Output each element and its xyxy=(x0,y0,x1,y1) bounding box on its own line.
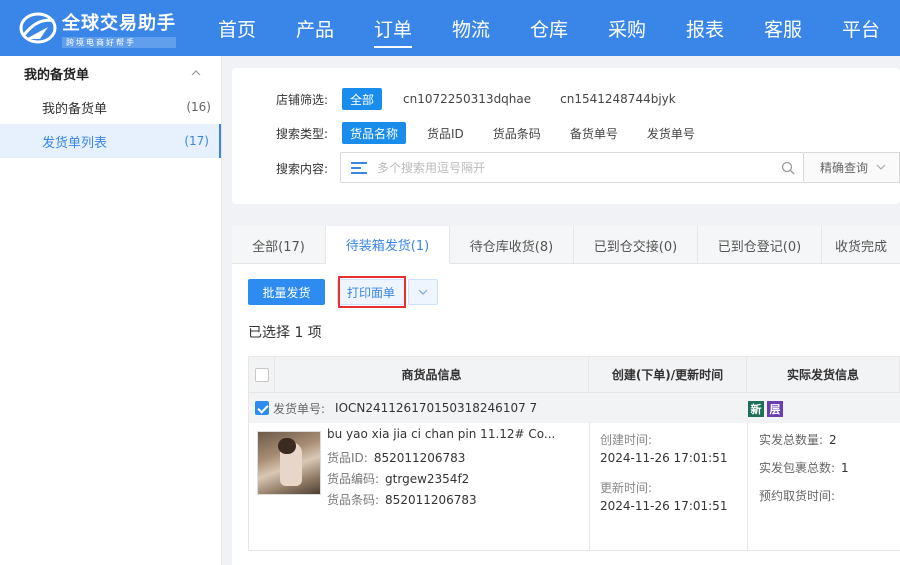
ship-total-label: 实发总数量: xyxy=(759,433,824,447)
pickup-time-label: 预约取货时间: xyxy=(759,489,836,503)
shipment-order-row: 发货单号: IOCN241126170150318246107 7 新 层 xyxy=(248,393,900,423)
shipment-panel: 全部(17) 待装箱发货(1) 待仓库收货(8) 已到仓交接(0) 已到仓登记(… xyxy=(232,226,900,565)
select-all-cell xyxy=(249,357,275,392)
row-checkbox[interactable] xyxy=(255,401,269,415)
search-icon[interactable] xyxy=(773,153,803,183)
store-chip-all[interactable]: 全部 xyxy=(342,88,383,110)
header-shipping-info: 实际发货信息 xyxy=(786,368,859,382)
chevron-down-icon xyxy=(418,289,428,295)
created-time: 2024-11-26 17:01:51 xyxy=(600,451,728,465)
product-id: 852011206783 xyxy=(373,451,466,465)
search-type-barcode[interactable]: 货品条码 xyxy=(485,122,549,144)
shipping-cell: 实发总数量: 2 实发包裹总数: 1 预约取货时间: xyxy=(759,431,849,515)
sidebar-group-title: 我的备货单 xyxy=(24,67,90,83)
product-id-label: 货品ID: xyxy=(327,451,368,465)
nav-purchase[interactable]: 采购 xyxy=(588,0,666,56)
updated-time: 2024-11-26 17:01:51 xyxy=(600,499,728,513)
sidebar-item-label: 发货单列表 xyxy=(42,135,108,151)
selection-count: 已选择 1 项 xyxy=(248,325,322,341)
main-nav: 首页 产品 订单 物流 仓库 采购 报表 客服 平台 xyxy=(198,0,900,56)
nav-home[interactable]: 首页 xyxy=(198,0,276,56)
logo-subtitle: 跨境电商好帮手 xyxy=(62,36,176,48)
sidebar: 我的备货单 我的备货单 (16) 发货单列表 (17) xyxy=(0,56,222,565)
table-row: bu yao xia jia ci chan pin 11.12# Co... … xyxy=(248,423,900,551)
ship-total: 2 xyxy=(829,433,837,447)
sidebar-item-shipment-list[interactable]: 发货单列表 (17) xyxy=(0,124,221,158)
app-logo[interactable]: 全球交易助手 跨境电商好帮手 xyxy=(0,9,198,48)
sidebar-item-my-stock-orders[interactable]: 我的备货单 (16) xyxy=(0,90,221,124)
top-nav-bar: 全球交易助手 跨境电商好帮手 首页 产品 订单 物流 仓库 采购 报表 客服 平… xyxy=(0,0,900,56)
precise-query-label: 精确查询 xyxy=(820,161,869,175)
search-type-product-id[interactable]: 货品ID xyxy=(419,122,472,144)
column-divider xyxy=(747,423,748,551)
nav-warehouse[interactable]: 仓库 xyxy=(510,0,588,56)
print-label-button[interactable]: 打印面单 xyxy=(337,279,405,305)
nav-service[interactable]: 客服 xyxy=(744,0,822,56)
search-placeholder: 多个搜索用逗号隔开 xyxy=(377,161,486,175)
tab-all[interactable]: 全部(17) xyxy=(232,226,326,264)
tab-pending-receive[interactable]: 待仓库收货(8) xyxy=(450,226,574,264)
filter-panel: 店铺筛选: 全部 cn1072250313dqhae cn1541248744b… xyxy=(232,68,900,204)
column-divider xyxy=(589,423,590,551)
ship-package-total: 1 xyxy=(841,461,849,475)
nav-reports[interactable]: 报表 xyxy=(666,0,744,56)
product-title[interactable]: bu yao xia jia ci chan pin 11.12# Co... xyxy=(327,427,555,441)
product-code-label: 货品编码: xyxy=(327,472,380,486)
product-thumbnail[interactable] xyxy=(257,431,321,495)
sidebar-item-label: 我的备货单 xyxy=(42,101,108,117)
list-icon xyxy=(351,161,367,174)
logo-icon xyxy=(18,11,58,45)
created-time-label: 创建时间: xyxy=(600,433,653,447)
chevron-down-icon xyxy=(876,162,886,173)
store-filter-label: 店铺筛选: xyxy=(276,92,329,107)
product-barcode: 852011206783 xyxy=(385,493,477,507)
tab-received[interactable]: 收货完成 xyxy=(822,226,900,264)
batch-ship-button[interactable]: 批量发货 xyxy=(248,279,325,305)
search-type-row: 搜索类型: 货品名称 货品ID 货品条码 备货单号 发货单号 xyxy=(276,122,716,144)
layer-tag: 层 xyxy=(767,401,783,417)
chevron-up-icon xyxy=(191,68,201,79)
shipment-no-label: 发货单号: xyxy=(273,401,326,416)
logo-title: 全球交易助手 xyxy=(62,12,176,34)
tab-registered[interactable]: 已到仓登记(0) xyxy=(698,226,822,264)
shipment-no: IOCN241126170150318246107 7 xyxy=(335,401,538,415)
search-type-label: 搜索类型: xyxy=(276,126,329,141)
store-chip[interactable]: cn1541248744bjyk xyxy=(552,88,684,110)
sidebar-group-header[interactable]: 我的备货单 xyxy=(0,56,221,90)
sidebar-item-count: (16) xyxy=(186,100,211,114)
store-chip[interactable]: cn1072250313dqhae xyxy=(395,88,539,110)
tab-handover[interactable]: 已到仓交接(0) xyxy=(574,226,698,264)
search-content-label: 搜索内容: xyxy=(276,162,329,176)
select-all-checkbox[interactable] xyxy=(254,367,269,382)
header-product-info: 商货品信息 xyxy=(275,357,589,392)
nav-platform[interactable]: 平台 xyxy=(822,0,900,56)
updated-time-label: 更新时间: xyxy=(600,481,653,495)
nav-orders[interactable]: 订单 xyxy=(354,0,432,56)
status-tabs: 全部(17) 待装箱发货(1) 待仓库收货(8) 已到仓交接(0) 已到仓登记(… xyxy=(232,226,900,264)
print-options-dropdown[interactable] xyxy=(408,279,438,305)
order-tags: 新 层 xyxy=(748,401,783,417)
product-code: gtrgew2354f2 xyxy=(385,472,470,486)
time-cell: 创建时间: 2024-11-26 17:01:51 更新时间: 2024-11-… xyxy=(600,431,727,513)
ship-package-label: 实发包裹总数: xyxy=(759,461,836,475)
search-type-shipment-no[interactable]: 发货单号 xyxy=(639,122,703,144)
search-type-stock-order-no[interactable]: 备货单号 xyxy=(562,122,626,144)
product-barcode-label: 货品条码: xyxy=(327,493,380,507)
search-type-product-name[interactable]: 货品名称 xyxy=(342,122,407,144)
product-info: bu yao xia jia ci chan pin 11.12# Co... … xyxy=(327,427,555,512)
tab-pending-pack[interactable]: 待装箱发货(1) xyxy=(326,226,450,264)
header-created-updated: 创建(下单)/更新时间 xyxy=(589,357,747,392)
sidebar-item-count: (17) xyxy=(184,134,209,148)
new-tag: 新 xyxy=(748,401,764,417)
search-content-row: 搜索内容: xyxy=(276,160,342,177)
nav-logistics[interactable]: 物流 xyxy=(432,0,510,56)
nav-products[interactable]: 产品 xyxy=(276,0,354,56)
precise-query-select[interactable]: 精确查询 xyxy=(804,152,900,183)
search-input[interactable]: 多个搜索用逗号隔开 xyxy=(340,152,804,183)
table-header: 商货品信息 创建(下单)/更新时间 实际发货信息 xyxy=(248,356,900,393)
store-filter-row: 店铺筛选: 全部 cn1072250313dqhae cn1541248744b… xyxy=(276,88,697,110)
